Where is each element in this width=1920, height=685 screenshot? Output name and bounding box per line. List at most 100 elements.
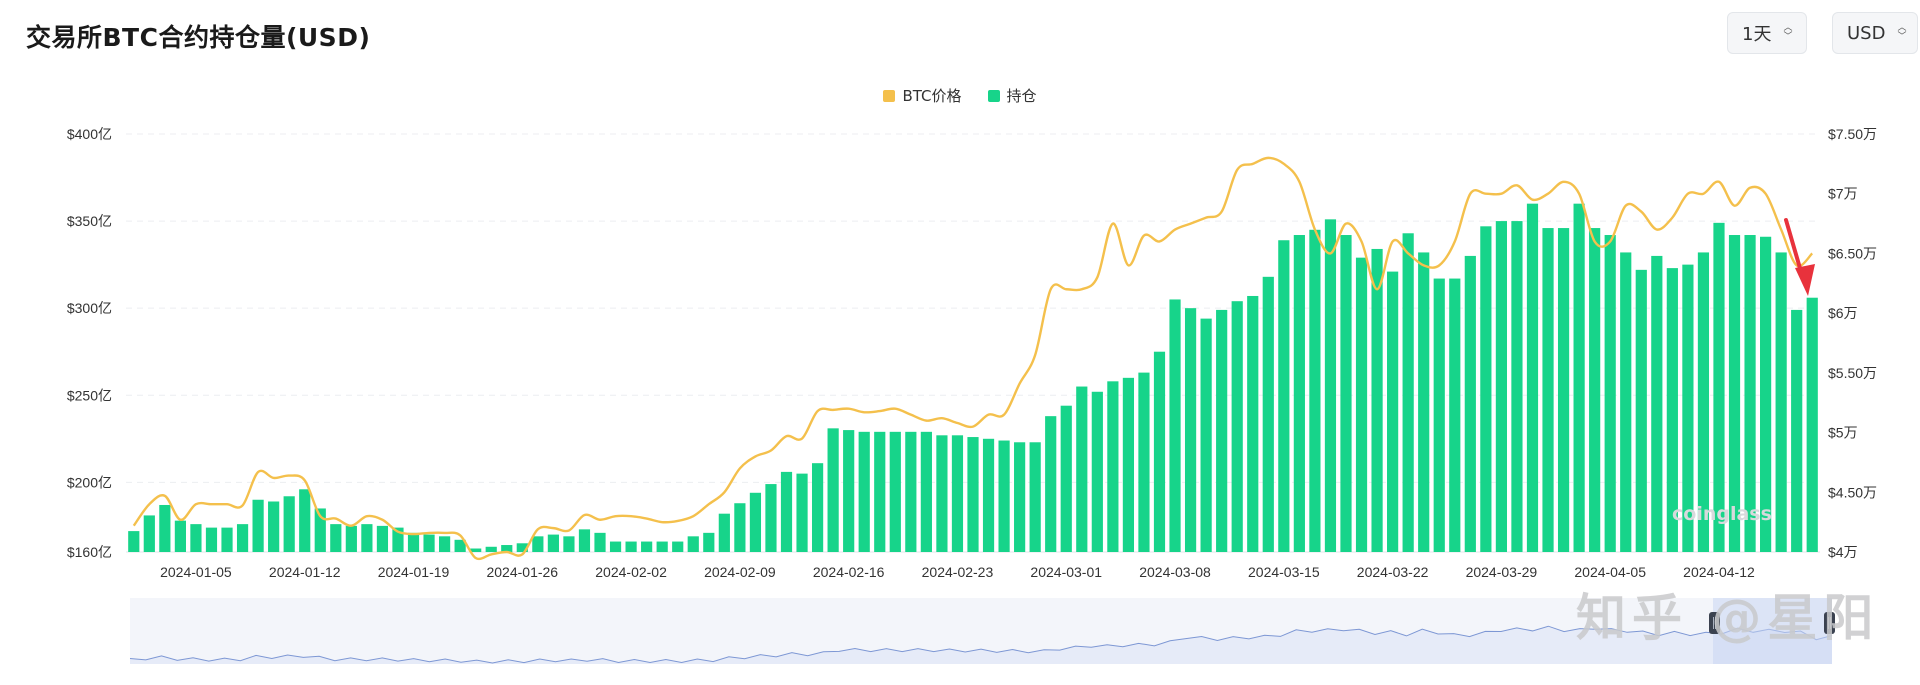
- oi-bar: [1153, 351, 1166, 552]
- oi-bar: [330, 524, 342, 552]
- oi-bar: [1107, 381, 1119, 552]
- oi-bar: [221, 527, 233, 552]
- oi-bar: [796, 473, 808, 552]
- oi-bar: [765, 484, 777, 552]
- y-right-tick-label: $7万: [1828, 186, 1858, 202]
- oi-bar: [1806, 297, 1818, 552]
- oi-bar: [1200, 318, 1212, 552]
- oi-bar: [718, 513, 730, 552]
- oi-bar: [920, 431, 932, 552]
- oi-bar: [205, 527, 218, 552]
- oi-bar: [905, 431, 917, 552]
- oi-bar: [1464, 255, 1476, 552]
- oi-bar: [1387, 271, 1399, 552]
- y-left-tick-label: $400亿: [67, 126, 112, 142]
- x-tick-label: 2024-01-12: [269, 564, 341, 580]
- oi-bar: [1014, 442, 1026, 552]
- oi-bar: [1791, 309, 1803, 552]
- x-axis: 2024-01-05 2024-01-12 2024-01-19 2024-01-26…: [160, 564, 1755, 580]
- oi-bar: [1371, 248, 1383, 552]
- oi-bar: [1045, 416, 1057, 552]
- oi-bar: [283, 496, 295, 552]
- x-tick-label: 2024-01-05: [160, 564, 232, 580]
- oi-bar: [1091, 391, 1103, 552]
- oi-bar: [811, 463, 824, 552]
- oi-bar: [407, 532, 420, 552]
- oi-bar: [1355, 257, 1368, 552]
- oi-bar: [563, 536, 575, 552]
- oi-bar: [423, 534, 435, 552]
- oi-bar: [1651, 255, 1663, 552]
- x-tick-label: 2024-02-23: [922, 564, 994, 580]
- oi-bar: [128, 531, 140, 552]
- oi-bar: [641, 541, 653, 552]
- oi-bar: [159, 504, 171, 552]
- y-right-tick-label: $4.50万: [1828, 484, 1877, 500]
- y-left-tick-label: $300亿: [67, 300, 112, 316]
- x-tick-label: 2024-03-15: [1248, 564, 1320, 580]
- oi-bar: [936, 435, 948, 552]
- oi-bar: [1604, 235, 1616, 552]
- oi-bar: [1076, 386, 1088, 552]
- oi-bar: [982, 438, 995, 552]
- oi-bar: [1573, 203, 1585, 552]
- y-left-tick-label: $350亿: [67, 213, 112, 229]
- oi-bar: [1340, 235, 1352, 552]
- y-left-tick-label: $200亿: [67, 474, 112, 490]
- oi-bar: [236, 524, 249, 552]
- oi-bar: [843, 430, 855, 552]
- oi-bar: [1526, 203, 1539, 552]
- oi-bar: [734, 503, 746, 552]
- y-right-tick-label: $4万: [1828, 544, 1858, 560]
- oi-bar: [672, 541, 684, 552]
- oi-bar: [1060, 405, 1072, 552]
- oi-bar: [1184, 308, 1197, 552]
- oi-bar: [143, 515, 155, 552]
- oi-bar: [749, 492, 762, 552]
- y-right-tick-label: $5万: [1828, 425, 1858, 441]
- oi-bar: [578, 529, 591, 552]
- oi-bar: [1324, 219, 1337, 552]
- x-tick-label: 2024-03-22: [1357, 564, 1429, 580]
- oi-bar: [1589, 228, 1601, 553]
- oi-bar: [299, 489, 311, 552]
- oi-bar: [889, 431, 901, 552]
- oi-bar: [827, 428, 839, 552]
- y-right-tick-label: $5.50万: [1828, 365, 1877, 381]
- oi-bar: [1262, 276, 1274, 552]
- brand-watermark: coinglass: [1672, 503, 1772, 525]
- zhihu-watermark: 知乎 @星阳: [1576, 589, 1880, 647]
- oi-bar: [190, 524, 202, 552]
- oi-bar: [687, 536, 699, 552]
- oi-bar: [594, 532, 606, 552]
- x-tick-label: 2024-03-01: [1030, 564, 1102, 580]
- oi-bar: [1231, 301, 1243, 552]
- oi-bar: [485, 546, 497, 552]
- oi-bar: [1138, 372, 1150, 552]
- y-left-tick-label: $160亿: [67, 544, 112, 560]
- oi-bar: [1480, 226, 1492, 552]
- oi-bar: [1216, 309, 1228, 552]
- oi-bar: [998, 440, 1010, 552]
- x-tick-label: 2024-02-09: [704, 564, 776, 580]
- oi-bar: [609, 541, 622, 552]
- oi-bar: [625, 541, 637, 552]
- oi-bar: [1511, 221, 1523, 553]
- open-interest-bars: [128, 203, 1818, 553]
- oi-bar: [858, 431, 870, 552]
- oi-bar: [345, 525, 357, 552]
- oi-bar: [1278, 240, 1290, 552]
- oi-bar: [1247, 295, 1259, 552]
- oi-bar: [874, 431, 886, 552]
- oi-bar: [1122, 377, 1135, 552]
- y-right-tick-label: $6万: [1828, 305, 1858, 321]
- x-tick-label: 2024-02-16: [813, 564, 885, 580]
- x-tick-label: 2024-03-29: [1466, 564, 1538, 580]
- y-left-tick-label: $250亿: [67, 387, 112, 403]
- x-tick-label: 2024-01-26: [486, 564, 558, 580]
- oi-bar: [174, 520, 186, 552]
- oi-bar: [547, 534, 559, 552]
- oi-bar: [967, 437, 979, 552]
- oi-bar: [268, 501, 280, 552]
- oi-bar: [656, 541, 668, 552]
